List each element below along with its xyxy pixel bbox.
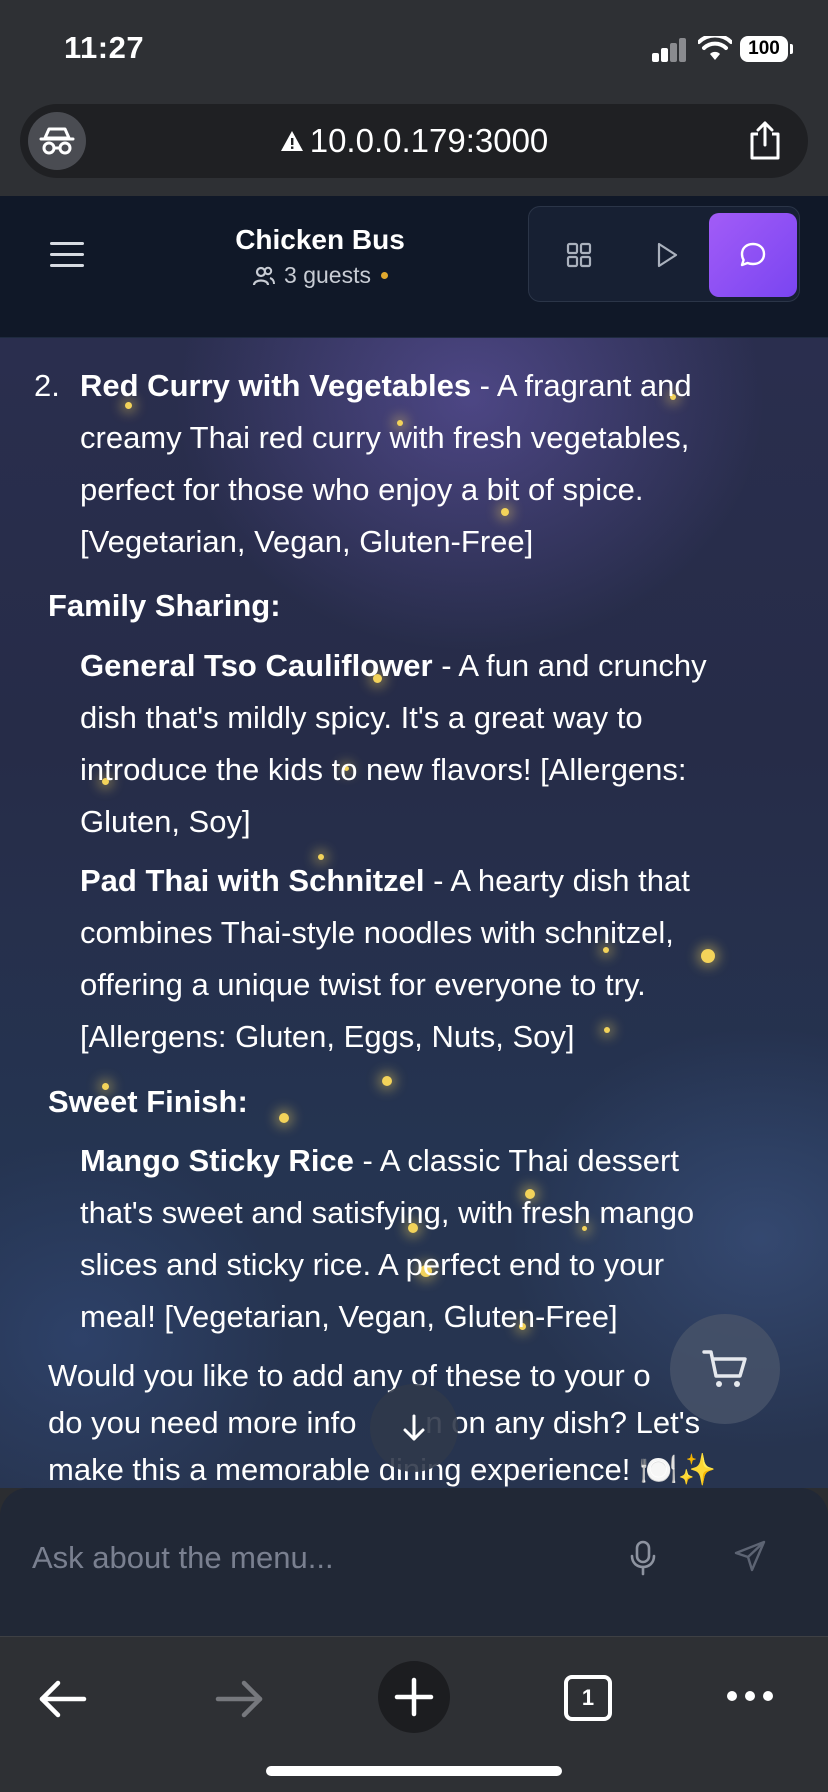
dish-description: dish that's mildly spicy. It's a great w… — [80, 700, 643, 735]
chat-bubble-icon — [740, 242, 766, 267]
restaurant-name: Chicken Bus — [235, 224, 405, 255]
battery-indicator: 100 — [740, 36, 793, 62]
app-header: Chicken Bus 3 guests — [0, 196, 828, 338]
hamburger-icon[interactable] — [50, 242, 84, 272]
dish-description: that's sweet and satisfying, with fresh … — [80, 1195, 695, 1230]
dish-description: slices and sticky rice. A perfect end to… — [80, 1247, 665, 1282]
sparkle — [279, 1113, 289, 1123]
dish-description: - A fun and crunchy — [432, 648, 707, 683]
sparkle — [382, 1076, 392, 1086]
guest-count-label: 3 guests — [284, 262, 371, 288]
dish-name: Pad Thai with Schnitzel — [80, 863, 425, 898]
plus-icon — [394, 1677, 434, 1717]
dish-description: introduce the kids to new flavors! [Alle… — [80, 752, 687, 787]
dish-tags: meal! [Vegetarian, Vegan, Gluten-Free] — [80, 1299, 618, 1334]
address-bar[interactable]: 10.0.0.179:3000 — [20, 104, 808, 178]
arrow-right-icon[interactable] — [214, 1679, 264, 1719]
section-title-sweet: Sweet Finish: — [48, 1084, 248, 1119]
home-indicator — [266, 1766, 562, 1776]
scroll-down-button[interactable] — [370, 1384, 458, 1472]
dish-name: Mango Sticky Rice — [80, 1143, 354, 1178]
dish-tags: [Vegetarian, Vegan, Gluten-Free] — [80, 524, 534, 559]
dish-mango-sticky-rice: Mango Sticky Rice - A classic Thai desse… — [80, 1135, 780, 1343]
dish-description: combines Thai-style noodles with schnitz… — [80, 915, 674, 950]
more-dots-icon[interactable] — [726, 1689, 774, 1703]
grid-icon — [566, 242, 592, 268]
browser-address-area: 10.0.0.179:3000 — [0, 100, 828, 196]
chat-messages[interactable]: 2. Red Curry with Vegetables - A fragran… — [0, 338, 828, 1488]
warning-icon — [280, 129, 304, 153]
users-icon — [252, 266, 276, 285]
wifi-icon — [698, 36, 732, 60]
cart-button[interactable] — [670, 1314, 780, 1424]
microphone-icon[interactable] — [630, 1540, 656, 1576]
dish-description: creamy Thai red curry with fresh vegetab… — [80, 420, 690, 455]
url-display[interactable]: 10.0.0.179:3000 — [20, 104, 808, 178]
dish-general-tso: General Tso Cauliflower - A fun and crun… — [80, 640, 780, 848]
grid-view-button[interactable] — [535, 213, 623, 297]
dish-description: - A fragrant and — [471, 368, 692, 403]
view-switcher — [528, 206, 800, 302]
dish-description: - A hearty dish that — [424, 863, 690, 898]
dish-tags: Gluten, Soy] — [80, 804, 251, 839]
tabs-button[interactable]: 1 — [564, 1675, 612, 1721]
cart-icon — [702, 1350, 747, 1387]
dish-name: General Tso Cauliflower — [80, 648, 433, 683]
arrow-down-icon — [403, 1414, 425, 1441]
dish-description: offering a unique twist for everyone to … — [80, 967, 646, 1002]
play-view-button[interactable] — [623, 213, 711, 297]
status-bar: 11:27 100 — [0, 0, 828, 100]
list-number: 2. — [34, 368, 60, 403]
play-icon — [657, 242, 678, 268]
dish-pad-thai: Pad Thai with Schnitzel - A hearty dish … — [80, 855, 780, 1063]
section-title-family: Family Sharing: — [48, 588, 281, 623]
new-tab-button[interactable] — [378, 1661, 450, 1733]
dish-red-curry: Red Curry with Vegetables - A fragrant a… — [80, 360, 780, 568]
dish-name: Red Curry with Vegetables — [80, 368, 472, 403]
send-icon[interactable] — [734, 1540, 766, 1572]
dish-description: - A classic Thai dessert — [353, 1143, 679, 1178]
chat-view-button[interactable] — [709, 213, 797, 297]
chat-input-area — [0, 1488, 828, 1636]
url-text: 10.0.0.179:3000 — [309, 122, 549, 159]
signal-icon — [652, 38, 688, 62]
status-time: 11:27 — [64, 30, 145, 65]
guest-count[interactable]: 3 guests — [200, 262, 440, 289]
chat-input[interactable] — [32, 1528, 592, 1588]
arrow-left-icon[interactable] — [38, 1679, 88, 1719]
dish-description: perfect for those who enjoy a bit of spi… — [80, 472, 644, 507]
status-dot — [380, 272, 388, 279]
share-icon[interactable] — [746, 120, 784, 162]
dish-tags: [Allergens: Gluten, Eggs, Nuts, Soy] — [80, 1019, 575, 1054]
